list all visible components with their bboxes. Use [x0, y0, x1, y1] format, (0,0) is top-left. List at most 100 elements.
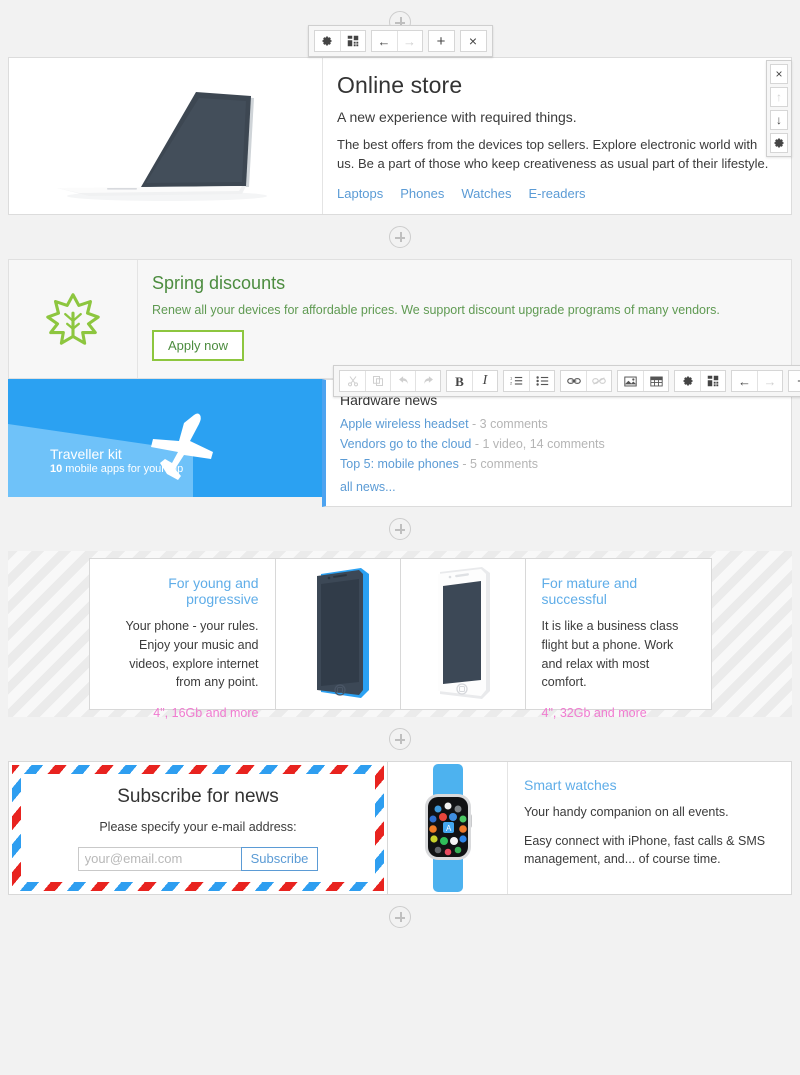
spring-icon-cell	[9, 260, 138, 378]
phone-right-text-cell: For mature and successful It is like a b…	[525, 558, 712, 720]
subscribe-content: Subscribe for news Please specify your e…	[9, 786, 387, 871]
arrow-up-icon: ↑	[770, 87, 788, 107]
hero-side-panel: × ↑ ↓	[766, 60, 792, 157]
traveller-subtitle-text: mobile apps for your trip	[62, 463, 184, 475]
watch-title: Smart watches	[524, 777, 617, 793]
phones-comparison-block: For young and progressive Your phone - y…	[8, 551, 792, 720]
add-block-button[interactable]	[389, 518, 411, 540]
news-link[interactable]: Vendors go to the cloud	[340, 437, 471, 451]
traveller-background	[8, 379, 322, 497]
hero-link-watches[interactable]: Watches	[461, 186, 511, 201]
subscribe-block: Subscribe for news Please specify your e…	[8, 761, 388, 895]
hardware-news-block: Hardware news Apple wireless headset - 3…	[322, 379, 792, 507]
blocks-icon[interactable]	[700, 371, 725, 391]
hero-block: Online store A new experience with requi…	[8, 57, 792, 215]
add-block-button[interactable]	[389, 728, 411, 750]
watch-text-cell: Smart watches Your handy companion on al…	[508, 762, 791, 894]
editor-toolbar: B I 12 ← →	[333, 365, 800, 397]
blue-phone-illustration	[316, 568, 369, 698]
traveller-kit-block[interactable]: Traveller kit 10 mobile apps for your tr…	[8, 379, 322, 497]
toolbar-group-clipboard	[339, 370, 441, 392]
news-row: Traveller kit 10 mobile apps for your tr…	[8, 365, 800, 507]
link-icon[interactable]	[561, 371, 586, 391]
scissors-icon	[340, 371, 365, 391]
news-list-item: Apple wireless headset - 3 comments	[340, 417, 777, 431]
smart-watches-block: A Smart watches Your handy companion on …	[388, 761, 792, 895]
hero-link-ereaders[interactable]: E-readers	[528, 186, 585, 201]
spring-discounts-block: Spring discounts Renew all your devices …	[8, 259, 792, 379]
white-phone-illustration	[437, 567, 490, 699]
hero-category-links: Laptops Phones Watches E-readers	[337, 186, 775, 201]
phone-left-image-cell	[275, 558, 401, 710]
add-block-button[interactable]	[389, 226, 411, 248]
spring-text-cell: Spring discounts Renew all your devices …	[138, 260, 791, 378]
maple-leaf-icon	[46, 293, 100, 345]
news-editor-toolbar: B I 12 ← →	[333, 365, 800, 397]
undo-icon	[390, 371, 415, 391]
phone-right-title: For mature and successful	[541, 575, 638, 607]
close-icon[interactable]: ×	[770, 64, 788, 84]
insert-block-separator-bottom	[0, 895, 800, 939]
watch-description-1: Your handy companion on all events.	[524, 805, 729, 819]
italic-icon[interactable]: I	[472, 371, 497, 391]
table-icon[interactable]	[643, 371, 668, 391]
arrow-down-icon[interactable]: ↓	[770, 110, 788, 130]
hero-image-cell	[9, 58, 323, 214]
news-meta: - 1 video, 14 comments	[471, 437, 605, 451]
toolbar-group-move: ← →	[370, 30, 423, 52]
news-link[interactable]: Top 5: mobile phones	[340, 457, 459, 471]
svg-text:A: A	[446, 824, 452, 833]
subscribe-form: Subscribe	[9, 846, 387, 871]
subscribe-title: Subscribe for news	[117, 785, 279, 807]
arrow-right-icon: →	[757, 371, 782, 391]
close-icon[interactable]: ×	[460, 31, 486, 51]
redo-icon	[415, 371, 440, 391]
subscribe-row: Subscribe for news Please specify your e…	[8, 761, 792, 895]
gear-icon[interactable]	[314, 31, 340, 51]
news-link[interactable]: Apple wireless headset	[340, 417, 469, 431]
copy-icon	[365, 371, 390, 391]
news-list-item: Top 5: mobile phones - 5 comments	[340, 457, 777, 471]
svg-text:2: 2	[510, 380, 513, 385]
phones-inner: For young and progressive Your phone - y…	[88, 558, 712, 720]
apply-now-button[interactable]: Apply now	[152, 330, 244, 361]
blocks-icon[interactable]	[339, 31, 365, 51]
bold-icon[interactable]: B	[447, 371, 472, 391]
arrow-left-icon[interactable]: ←	[732, 371, 757, 391]
toolbar-group-format: B I	[446, 370, 498, 392]
phone-left-text-cell: For young and progressive Your phone - y…	[88, 558, 276, 720]
ordered-list-icon[interactable]: 12	[504, 371, 529, 391]
phone-left-description: Your phone - your rules. Enjoy your musi…	[125, 619, 259, 690]
hero-description: The best offers from the devices top sel…	[337, 137, 769, 171]
laptop-illustration	[57, 92, 267, 201]
hero-link-laptops[interactable]: Laptops	[337, 186, 383, 201]
email-field[interactable]	[77, 846, 241, 871]
toolbar-group-remove: ×	[459, 30, 487, 52]
insert-block-separator-3	[0, 507, 800, 551]
phone-right-image-cell	[400, 558, 526, 710]
hero-text-cell: Online store A new experience with requi…	[323, 58, 791, 214]
hero-block-toolbar: ← → + ×	[307, 25, 493, 57]
toolbar-group-settings	[313, 30, 366, 52]
watch-image-cell: A	[388, 762, 508, 894]
subscribe-button[interactable]: Subscribe	[240, 846, 319, 871]
news-list-item: Vendors go to the cloud - 1 video, 14 co…	[340, 437, 777, 451]
all-news-link[interactable]: all news...	[340, 480, 396, 494]
hero-link-phones[interactable]: Phones	[400, 186, 444, 201]
toolbar-group-add: +	[427, 30, 455, 52]
bullet-list-icon[interactable]	[529, 371, 554, 391]
gear-icon[interactable]	[770, 133, 788, 153]
add-block-button[interactable]	[389, 906, 411, 928]
traveller-subtitle: 10 mobile apps for your trip	[50, 463, 183, 475]
spring-title: Spring discounts	[152, 273, 286, 293]
gear-icon[interactable]	[675, 371, 700, 391]
plus-icon[interactable]: +	[789, 371, 800, 391]
plus-icon[interactable]: +	[428, 31, 454, 51]
arrow-left-icon[interactable]: ←	[371, 31, 397, 51]
toolbar-group-lists: 12	[503, 370, 555, 392]
phone-left-spec: 4", 16Gb and more	[153, 706, 259, 720]
toolbar-group-insert	[617, 370, 669, 392]
phone-right-spec: 4", 32Gb and more	[541, 706, 647, 720]
image-icon[interactable]	[618, 371, 643, 391]
subscribe-hint: Please specify your e-mail address:	[99, 819, 297, 834]
